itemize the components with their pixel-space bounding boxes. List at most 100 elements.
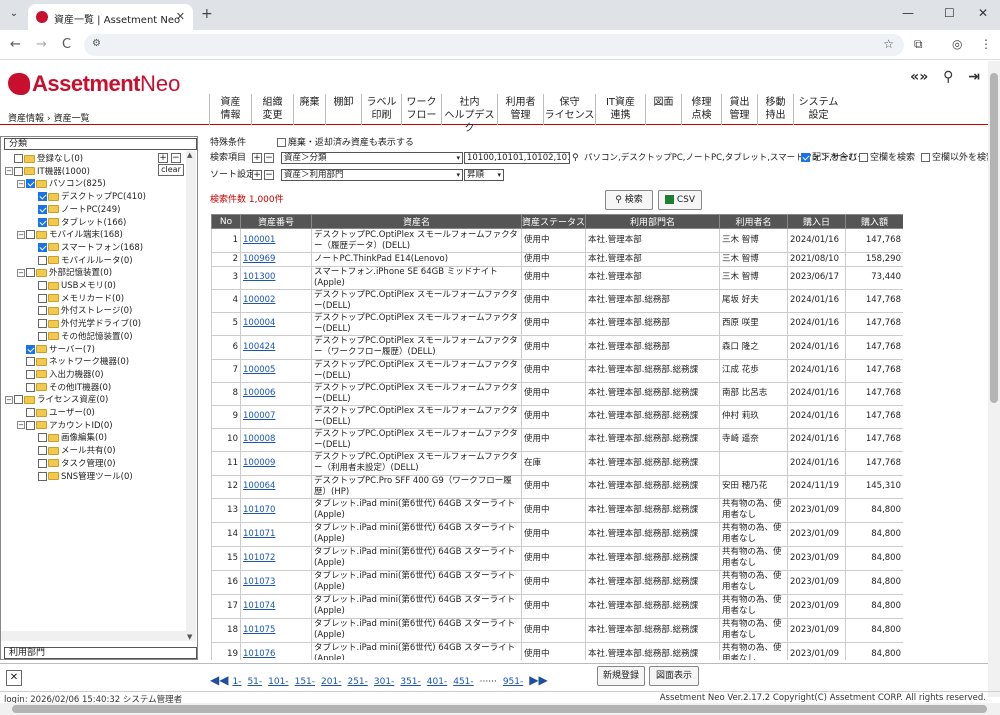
asset-number-link[interactable]: 100001 (243, 235, 275, 245)
page-link[interactable]: 201- (321, 677, 341, 687)
scroll-up-icon[interactable]: ▲ (187, 151, 192, 159)
address-bar[interactable]: ⚙ ☆ (84, 34, 904, 56)
tree-node[interactable]: メール共有(0) (29, 445, 116, 457)
tree-node[interactable]: 入出力機器(0) (17, 369, 104, 381)
close-panel-button[interactable]: ✕ (6, 670, 22, 686)
menu-item[interactable]: 組織 変更 (251, 94, 293, 125)
tree-node[interactable]: 外付光学ドライブ(0) (29, 318, 141, 330)
profile-icon[interactable]: ◎ (952, 37, 962, 51)
column-header[interactable]: 購入日 (787, 214, 846, 229)
asset-number-link[interactable]: 100005 (243, 365, 275, 375)
search-field-select[interactable]: 資産＞分類 ▾ (281, 152, 463, 164)
table-row[interactable]: 12 100064 デスクトップPC.Pro SFF 400 G9（ワークフロー履歴… (211, 474, 903, 499)
browser-menu-icon[interactable]: ⋮ (980, 37, 992, 51)
drawing-view-button[interactable]: 図面表示 (649, 666, 699, 686)
show-disposed-checkbox[interactable] (276, 138, 286, 147)
table-row[interactable]: 6 100424 デスクトップPC.OptiPlex スモールフォームファクター（ワ… (211, 334, 903, 360)
asset-number-link[interactable]: 100009 (243, 458, 275, 468)
department-panel-header[interactable]: 利用部門 (4, 647, 197, 659)
tree-node[interactable]: SNS管理ツール(0) (29, 471, 133, 483)
page-link[interactable]: 251- (347, 677, 367, 687)
column-header[interactable]: 利用者名 (719, 214, 788, 229)
tree-node-checkbox[interactable] (26, 179, 35, 189)
last-page-link[interactable]: 951- (503, 677, 523, 687)
tree-node-checkbox[interactable] (26, 369, 35, 379)
table-row[interactable]: 7 100005 デスクトップPC.OptiPlex スモールフォームファクター(D… (211, 358, 903, 383)
table-row[interactable]: 11 100009 デスクトップPC.OptiPlex スモールフォームファクター（… (211, 450, 903, 476)
tree-node[interactable]: − モバイル端末(168) (17, 229, 123, 241)
asset-number-link[interactable]: 100969 (243, 254, 275, 264)
tree-node-checkbox[interactable] (26, 420, 35, 430)
table-row[interactable]: 3 101300 スマートフォン.iPhone SE 64GB ミッドナイト(App… (211, 265, 903, 290)
collapse-all-button[interactable]: − (170, 153, 181, 163)
tree-node[interactable]: サーバー(7) (17, 344, 95, 356)
table-row[interactable]: 14 101071 タブレット.iPad mini(第6世代) 64GB スターライ… (211, 521, 903, 547)
logout-icon[interactable]: ⇥ (968, 69, 980, 85)
column-header[interactable]: 利用部門名 (585, 214, 720, 229)
table-row[interactable]: 10 100008 デスクトップPC.OptiPlex スモールフォームファクター(… (211, 427, 903, 452)
tree-node[interactable]: その他記憶装置(0) (29, 331, 133, 343)
tree-expander-icon[interactable]: − (5, 395, 13, 404)
tree-node-checkbox[interactable] (26, 382, 35, 392)
include-sub-checkbox[interactable] (801, 153, 810, 162)
browser-tab[interactable]: 資産一覧 | Assetment Neo ✕ (28, 4, 193, 30)
tree-node-checkbox[interactable] (38, 319, 47, 329)
nonblank-search-checkbox[interactable] (921, 153, 930, 162)
csv-button[interactable]: CSV (658, 190, 702, 210)
extensions-icon[interactable]: ⧉ (914, 37, 923, 52)
collapse-toggle-icon[interactable]: «» (910, 69, 928, 85)
tree-node-checkbox[interactable] (38, 331, 47, 341)
tree-expander-icon[interactable]: − (5, 167, 13, 176)
page-scrollbar[interactable] (988, 61, 1000, 697)
tree-node-checkbox[interactable] (14, 395, 23, 405)
column-header[interactable]: 資産番号 (240, 214, 312, 229)
tree-node-checkbox[interactable] (38, 471, 47, 481)
scroll-down-icon[interactable]: ▼ (187, 633, 192, 641)
table-row[interactable]: 17 101074 タブレット.iPad mini(第6世代) 64GB スターライ… (211, 593, 903, 619)
blank-search-checkbox[interactable] (859, 153, 868, 162)
menu-item[interactable]: 棚卸 (325, 94, 361, 125)
sort-add-button[interactable]: + (252, 170, 262, 180)
table-row[interactable]: 4 100002 デスクトップPC.OptiPlex スモールフォームファクター(D… (211, 288, 903, 313)
tree-node[interactable]: − 外部記憶装置(0) (17, 267, 112, 279)
page-link[interactable]: 151- (295, 677, 315, 687)
tree-node[interactable]: 外付ストレージ(0) (29, 305, 132, 317)
asset-number-link[interactable]: 101072 (243, 553, 275, 563)
tab-search-button[interactable]: ⌄ (6, 6, 22, 22)
table-row[interactable]: 8 100006 デスクトップPC.OptiPlex スモールフォームファクター(D… (211, 381, 903, 406)
asset-number-link[interactable]: 101076 (243, 649, 275, 659)
tree-node-checkbox[interactable] (38, 204, 47, 214)
asset-number-link[interactable]: 100007 (243, 411, 275, 421)
key-icon[interactable]: ⚲ (943, 69, 953, 85)
asset-number-link[interactable]: 101071 (243, 529, 275, 539)
asset-number-link[interactable]: 100006 (243, 388, 275, 398)
asset-number-link[interactable]: 100004 (243, 318, 275, 328)
page-link[interactable]: 301- (374, 677, 394, 687)
tree-node[interactable]: USBメモリ(0) (29, 280, 116, 292)
table-row[interactable]: 2 100969 ノートPC.ThinkPad E14(Lenovo) 使用中 本社.管… (211, 252, 903, 267)
tree-expander-icon[interactable]: − (17, 268, 25, 277)
tree-node[interactable]: ネットワーク機器(0) (17, 356, 129, 368)
tree-scrollbar[interactable]: ▲ ▼ (186, 151, 196, 641)
asset-number-link[interactable]: 101073 (243, 577, 275, 587)
maximize-button[interactable]: ☐ (944, 6, 955, 20)
tree-node-checkbox[interactable] (26, 268, 35, 278)
tree-node-checkbox[interactable] (38, 217, 47, 227)
table-row[interactable]: 13 101070 タブレット.iPad mini(第6世代) 64GB スターライ… (211, 497, 903, 523)
tree-node[interactable]: メモリカード(0) (29, 293, 124, 305)
page-link[interactable]: 51- (247, 677, 262, 687)
tree-node[interactable]: − パソコン(825) (17, 178, 106, 190)
asset-number-link[interactable]: 101070 (243, 505, 275, 515)
sort-remove-button[interactable]: − (264, 170, 274, 180)
tree-node-checkbox[interactable] (38, 281, 47, 290)
menu-item[interactable]: 修理 点検 (681, 94, 721, 125)
tree-node[interactable]: タブレット(166) (29, 217, 126, 229)
back-icon[interactable]: ← (10, 37, 21, 52)
tree-node[interactable]: 画像編集(0) (29, 432, 107, 444)
page-hscroll-thumb[interactable] (12, 705, 987, 713)
table-row[interactable]: 19 101076 タブレット.iPad mini(第6世代) 64GB スターライ… (211, 641, 903, 660)
menu-item[interactable]: ラベル 印刷 (361, 94, 401, 125)
menu-item[interactable]: 社内 ヘルプデスク (441, 94, 497, 134)
search-remove-button[interactable]: − (264, 153, 274, 163)
table-row[interactable]: 16 101073 タブレット.iPad mini(第6世代) 64GB スターライ… (211, 569, 903, 595)
